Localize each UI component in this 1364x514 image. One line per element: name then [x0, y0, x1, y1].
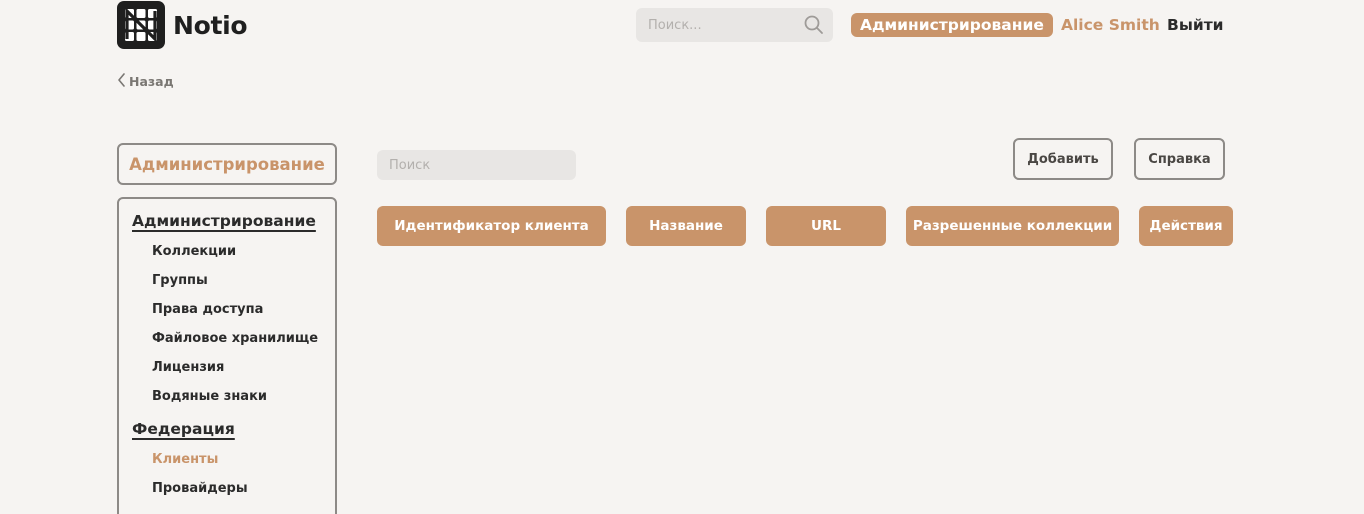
logo-icon: [117, 1, 165, 49]
sidebar-item-license[interactable]: Лицензия: [152, 360, 224, 375]
logo[interactable]: Notio: [117, 1, 248, 49]
sidebar-item-groups[interactable]: Группы: [152, 273, 208, 288]
sidebar-group-administration[interactable]: Администрирование: [132, 212, 316, 230]
sidebar-group-federation[interactable]: Федерация: [132, 420, 235, 438]
back-link[interactable]: Назад: [117, 73, 174, 90]
sidebar-title: Администрирование: [117, 143, 337, 185]
sidebar-item-file-storage[interactable]: Файловое хранилище: [152, 331, 318, 346]
header-search-input[interactable]: [648, 17, 798, 33]
sidebar-item-providers[interactable]: Провайдеры: [152, 481, 248, 496]
nav-admin-button[interactable]: Администрирование: [851, 13, 1053, 37]
logo-text: Notio: [173, 10, 248, 40]
column-header-client-id[interactable]: Идентификатор клиента: [377, 206, 606, 246]
header-search: [636, 8, 833, 42]
column-header-name[interactable]: Название: [626, 206, 746, 246]
sidebar-item-watermarks[interactable]: Водяные знаки: [152, 389, 267, 404]
back-label: Назад: [129, 74, 174, 89]
chevron-left-icon: [117, 73, 126, 90]
sidebar-item-permissions[interactable]: Права доступа: [152, 302, 263, 317]
logout-link[interactable]: Выйти: [1167, 13, 1224, 37]
page: Notio Администрирование Alice Smith Выйт…: [0, 0, 1364, 514]
sidebar: Администрирование Коллекции Группы Права…: [117, 197, 337, 514]
user-name-link[interactable]: Alice Smith: [1061, 13, 1160, 37]
clients-search-input[interactable]: [389, 150, 569, 180]
sidebar-item-collections[interactable]: Коллекции: [152, 244, 236, 259]
search-icon[interactable]: [804, 15, 824, 39]
column-header-url[interactable]: URL: [766, 206, 886, 246]
column-header-allowed-collections[interactable]: Разрешенные коллекции: [906, 206, 1119, 246]
clients-search: [377, 150, 576, 180]
column-header-actions[interactable]: Действия: [1139, 206, 1233, 246]
help-button[interactable]: Справка: [1134, 138, 1225, 180]
sidebar-item-clients[interactable]: Клиенты: [152, 452, 218, 467]
add-button[interactable]: Добавить: [1013, 138, 1113, 180]
